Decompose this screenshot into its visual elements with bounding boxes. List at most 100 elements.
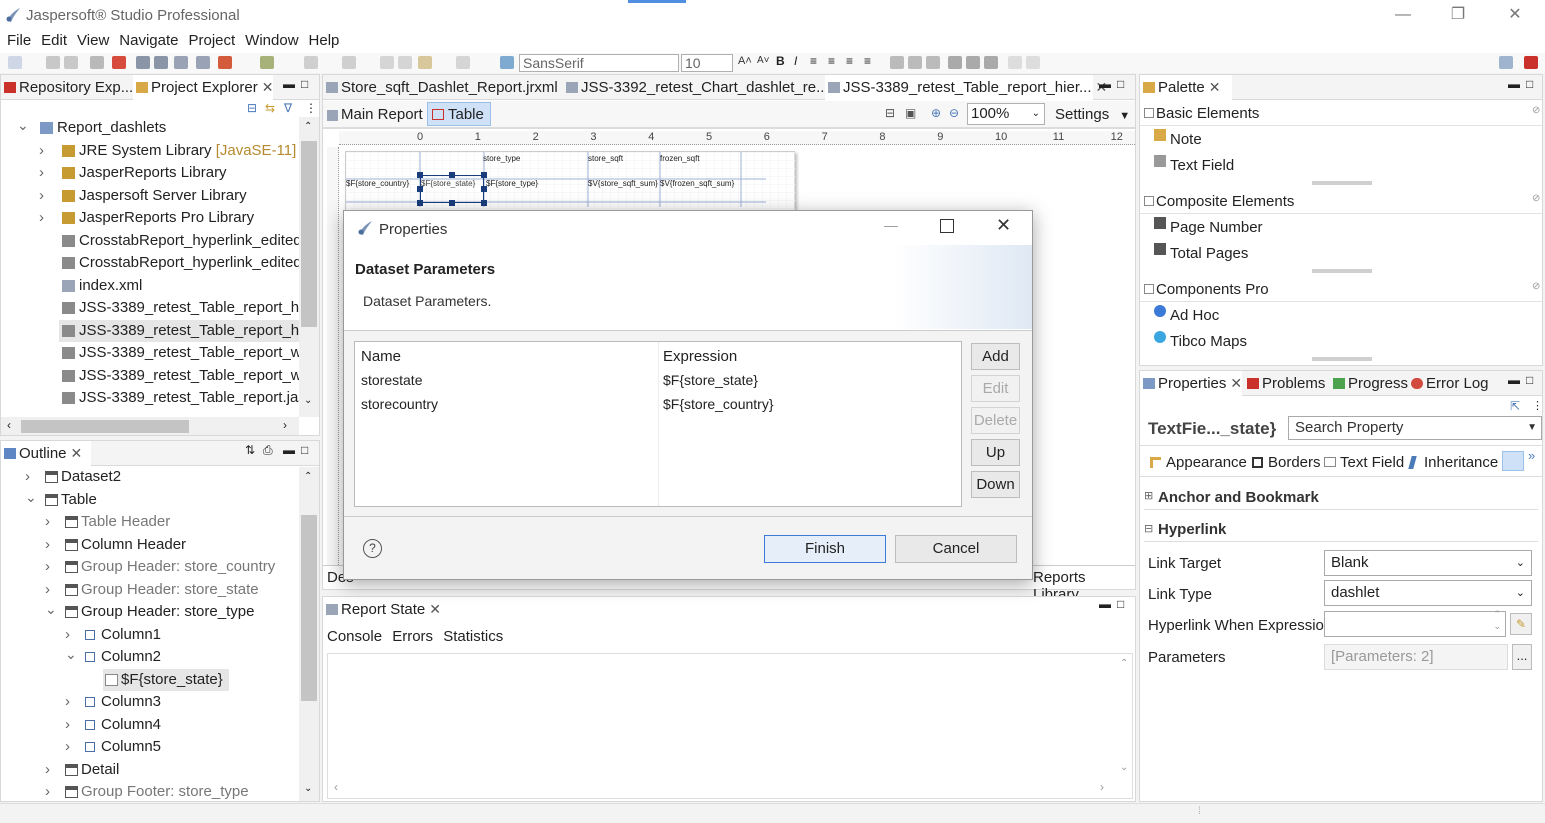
scroll-down-icon[interactable]: ⌄ [304,783,312,794]
scroll-right-icon[interactable]: › [283,418,287,432]
down-button[interactable]: Down [971,471,1020,498]
menu-edit[interactable]: Edit [34,31,70,49]
tab-error-log[interactable]: Error Log [1408,371,1498,396]
project-tree-item[interactable]: › JRE System Library [JavaSE-11] [39,140,299,162]
view-menu-icon[interactable]: ⋮ [305,101,317,115]
menu-view[interactable]: View [70,31,112,49]
snap-icon[interactable] [984,56,998,69]
tab-progress[interactable]: Progress [1330,371,1408,396]
cancel-button[interactable]: Cancel [895,535,1017,563]
project-tree-item[interactable]: JSS-3389_retest_Table_report_hierarch [59,297,299,319]
external-icon[interactable] [500,56,514,69]
editor-tab-jss-3392[interactable]: JSS-3392_retest_Chart_dashlet_re... [563,75,829,100]
column-header-name[interactable]: Name [361,348,401,365]
group-resize-handle[interactable] [1312,181,1372,185]
align-left-icon[interactable]: ≡ [810,54,817,68]
subtab-errors[interactable]: Errors [392,628,433,645]
link-editor-icon[interactable]: ⇆ [265,101,275,115]
tab-outline[interactable]: Outline ✕ [1,441,91,466]
align-right-icon[interactable]: ≡ [846,54,853,68]
outline-tree-item[interactable]: › Column4 [65,714,167,736]
layout-icon[interactable] [948,56,962,69]
outline-tree-item[interactable]: › Table Header [45,511,176,533]
save-icon[interactable] [46,56,60,69]
back-icon[interactable] [418,56,432,69]
group-resize-handle[interactable] [1312,357,1372,361]
chevron-down-icon[interactable]: ⌄ [45,598,57,620]
palette-item[interactable]: Total Pages [1170,245,1248,262]
group-options-icon[interactable]: ⊘ [1532,281,1540,292]
font-smaller-icon[interactable]: A˅ [757,55,770,66]
chevron-right-icon[interactable]: › [45,759,57,781]
resize-handle[interactable] [449,172,455,178]
new-icon[interactable] [8,56,22,69]
menu-navigate[interactable]: Navigate [112,31,181,49]
font-size-select[interactable]: 10 [681,54,733,72]
maximize-view-icon[interactable]: □ [301,77,308,91]
link-type-select[interactable]: dashlet ⌄ [1324,580,1532,606]
chevron-right-icon[interactable]: › [39,207,51,229]
minimize-view-icon[interactable]: ▬ [1099,77,1111,91]
font-family-select[interactable]: SansSerif [519,54,679,72]
project-tree-item[interactable]: JSS-3389_retest_Table_report_hierarch [59,319,299,342]
header-cell-frozen-sqft[interactable]: frozen_sqft [660,154,700,163]
tab-project-explorer[interactable]: Project Explorer ✕ [133,75,273,100]
subtab-console[interactable]: Console [327,628,382,645]
nav-down-icon[interactable] [304,56,318,69]
valign-middle-icon[interactable] [908,56,922,69]
view-menu-icon[interactable]: ⋮ [1532,399,1543,412]
project-tree-vscroll[interactable]: ⌃ ⌄ [299,117,319,417]
palette-item[interactable]: Note [1170,131,1202,148]
close-tab-icon[interactable]: ✕ [429,601,441,617]
tab-palette[interactable]: Palette ✕ [1140,75,1232,100]
font-bigger-icon[interactable]: A˄ [738,55,752,67]
close-window-button[interactable]: ✕ [1495,4,1535,26]
dialog-minimize-button[interactable]: — [884,217,898,233]
chevron-right-icon[interactable]: › [39,185,51,207]
selection-box[interactable] [420,175,484,203]
outline-tree-item[interactable]: ⌄ Table [25,489,103,511]
scroll-up-icon[interactable]: ⌃ [1120,658,1128,669]
collapse-icon[interactable]: ⊟ [1144,522,1153,535]
subtab-statistics[interactable]: Statistics [443,628,503,645]
project-tree-item[interactable]: ⌄ Report_dashlets [17,117,170,139]
project-tree-item[interactable]: JSS-3389_retest_Table_report.jasper [59,387,299,409]
publish-icon[interactable] [154,56,168,69]
maximize-view-icon[interactable]: □ [1526,77,1533,91]
chevron-right-icon[interactable]: › [39,140,51,162]
outline-tree-item[interactable]: ⌄ Column2 [65,646,167,668]
palette-group-header[interactable]: Basic Elements [1156,105,1259,122]
expand-icon[interactable]: ⊞ [1144,489,1153,502]
jaspersoft-perspective-icon[interactable] [1524,56,1538,69]
outline-tree-item[interactable]: › Detail [45,759,125,781]
run-icon[interactable] [218,56,232,69]
menu-project[interactable]: Project [181,31,238,49]
chevron-right-icon[interactable]: › [65,714,77,736]
edit-icon[interactable] [174,56,188,69]
scroll-up-icon[interactable]: ⌃ [304,121,312,132]
pin-icon[interactable]: ⇱ [1510,399,1520,413]
parameters-edit-button[interactable]: ... [1512,644,1532,670]
dialog-close-button[interactable]: ✕ [996,215,1011,236]
resize-handle[interactable] [449,200,455,206]
resize-handle[interactable] [481,200,487,206]
palette-group-header[interactable]: Composite Elements [1156,193,1294,210]
tab-problems[interactable]: Problems [1244,371,1330,396]
search-property-input[interactable]: Search Property ▼ [1288,416,1542,440]
link-target-select[interactable]: Blank ⌄ [1324,550,1532,576]
finish-button[interactable]: Finish [764,535,886,563]
editor-tab-store-sqft[interactable]: Store_sqft_Dashlet_Report.jrxml [323,75,558,100]
tab-repository-explorer[interactable]: Repository Exp... [1,75,133,100]
scroll-down-icon[interactable]: ⌄ [1120,762,1128,773]
scroll-left-icon[interactable]: ‹ [7,418,11,432]
restore-button[interactable]: ❐ [1438,4,1478,26]
palette-item[interactable]: Text Field [1170,157,1234,174]
subtab-borders[interactable]: Borders [1252,454,1321,471]
add-button[interactable]: Add [971,343,1020,370]
outline-tree-item[interactable]: ⌄ Group Header: store_type [45,601,260,623]
filter-icon[interactable]: ∇ [284,101,292,115]
palette-item[interactable]: Page Number [1170,219,1263,236]
tab-main-report[interactable]: Main Report [327,104,423,126]
group-toggle-icon[interactable] [1144,196,1154,206]
vscroll-thumb[interactable] [301,141,317,327]
